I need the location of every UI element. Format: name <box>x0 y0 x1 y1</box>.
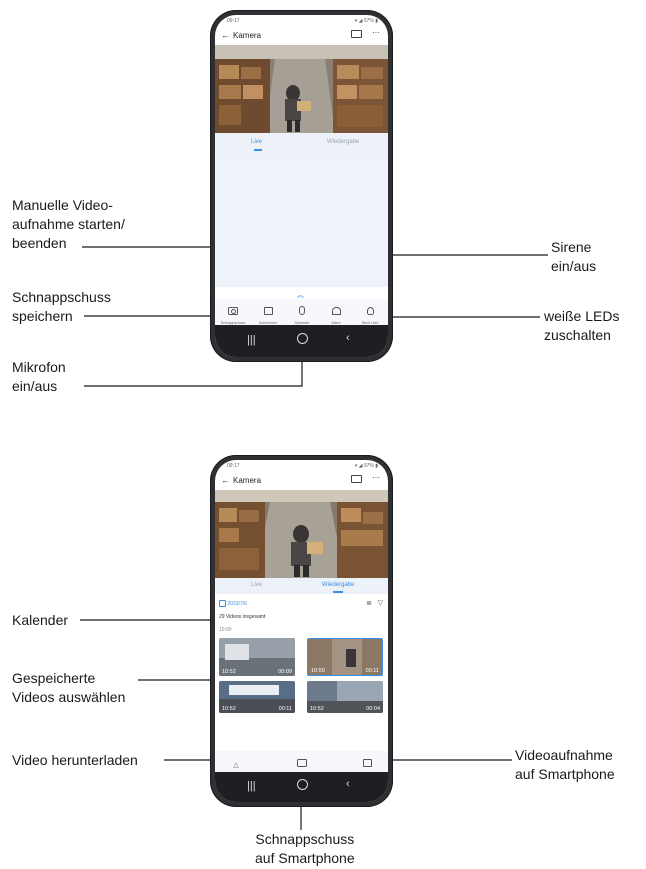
back-icon[interactable]: ‹ <box>346 332 350 344</box>
video-settings-icon[interactable] <box>351 30 362 38</box>
label-schnappschuss-speichern: Schnappschuss speichern <box>12 289 111 324</box>
filter-icon[interactable]: ▽ <box>378 599 383 607</box>
section-time: 10:00 <box>219 627 232 633</box>
live-content-area <box>215 155 388 287</box>
view-tabs: Live Wiedergabe <box>215 133 388 155</box>
download-icon: △ <box>233 762 239 769</box>
record-button[interactable]: Aufnehmen <box>251 302 285 325</box>
video-thumbnail[interactable]: 10:52 00:09 <box>219 638 295 676</box>
status-time: 09:17 <box>227 463 240 469</box>
status-indicators: ▾ ◢ 97% ▮ <box>354 463 378 469</box>
video-thumbnail[interactable]: 10:52 00:11 <box>219 681 295 713</box>
calendar-icon <box>219 600 226 607</box>
view-tabs: Live Wiedergabe <box>215 578 388 594</box>
thumb-duration: 00:11 <box>365 668 379 674</box>
camera-icon <box>297 759 307 767</box>
microphone-icon <box>299 306 305 315</box>
app-title: Kamera <box>233 31 262 40</box>
thumb-start-time: 10:52 <box>222 706 236 712</box>
app-bar: ← Kamera ··· <box>215 27 388 45</box>
phone-screen: 09:17 ▾ ◢ 97% ▮ ← Kamera ··· Live Wieder… <box>215 15 388 357</box>
video-thumbnail[interactable]: 10:50 00:11 <box>307 638 383 676</box>
video-thumbnail[interactable]: 10:52 00:04 <box>307 681 383 713</box>
calendar-date: 2023/7/6 <box>227 600 247 607</box>
system-nav-bar: ||| ‹ <box>215 325 388 357</box>
app-title: Kamera <box>233 476 262 485</box>
recent-apps-icon[interactable]: ||| <box>247 334 256 346</box>
bulb-icon <box>366 307 374 315</box>
phone-playback: 09:17 ▾ ◢ 97% ▮ ← Kamera ··· Live Wieder… <box>210 455 393 807</box>
tab-wiedergabe[interactable]: Wiedergabe <box>322 582 354 588</box>
status-indicators: ▾ ◢ 97% ▮ <box>354 18 378 24</box>
label-gespeicherte-videos: Gespeicherte Videos auswählen <box>12 670 126 705</box>
status-time: 09:17 <box>227 18 240 24</box>
control-bar: Schnappschuss Aufnehmen Sprechen Alarm W… <box>215 299 388 325</box>
video-count: 29 Videos insgesamt <box>219 614 266 620</box>
app-bar: ← Kamera ··· <box>215 472 388 490</box>
label-manual-video: Manuelle Video- aufnahme starten/ beende… <box>12 197 125 251</box>
control-bar: △ Herunterladen Schnappschuss Aufnehmen <box>215 751 388 777</box>
back-arrow-icon[interactable]: ← <box>221 30 230 40</box>
tab-wiedergabe[interactable]: Wiedergabe <box>327 139 359 145</box>
tab-live-indicator <box>254 149 262 151</box>
back-icon[interactable]: ‹ <box>346 778 350 790</box>
label-sirene: Sirene ein/aus <box>551 239 597 274</box>
recent-apps-icon[interactable]: ||| <box>247 780 256 792</box>
thumb-duration: 00:11 <box>278 706 292 712</box>
label-weisse-leds: weiße LEDs zuschalten <box>544 308 620 343</box>
video-icon <box>362 759 372 767</box>
home-icon[interactable] <box>297 333 308 344</box>
siren-icon <box>331 307 341 315</box>
label-mikrofon: Mikrofon ein/aus <box>12 359 66 394</box>
siren-button[interactable]: Alarm <box>319 302 353 325</box>
phone-live: 09:17 ▾ ◢ 97% ▮ ← Kamera ··· Live Wieder… <box>210 10 393 362</box>
video-settings-icon[interactable] <box>351 475 362 483</box>
video-icon <box>263 307 273 315</box>
tab-wiedergabe-indicator <box>333 591 343 593</box>
label-kalender: Kalender <box>12 612 69 628</box>
microphone-button[interactable]: Sprechen <box>285 302 319 325</box>
status-bar: 09:17 ▾ ◢ 97% ▮ <box>215 460 388 472</box>
thumb-duration: 00:09 <box>278 669 292 675</box>
thumb-duration: 00:04 <box>366 706 380 712</box>
label-video-herunterladen: Video herunterladen <box>12 752 138 768</box>
phone-screen: 09:17 ▾ ◢ 97% ▮ ← Kamera ··· Live Wieder… <box>215 460 388 802</box>
tab-live[interactable]: Live <box>251 582 262 588</box>
home-icon[interactable] <box>297 779 308 790</box>
calendar-button[interactable]: 2023/7/6 <box>219 600 247 607</box>
grid-view-icon[interactable]: ≣ <box>366 599 372 607</box>
back-arrow-icon[interactable]: ← <box>221 475 230 485</box>
snapshot-button[interactable]: Schnappschuss <box>216 302 250 325</box>
more-icon[interactable]: ··· <box>372 28 380 37</box>
label-schnappschuss-smartphone: Schnappschuss auf Smartphone <box>255 831 355 866</box>
system-nav-bar: ||| ‹ <box>215 772 388 802</box>
status-bar: 09:17 ▾ ◢ 97% ▮ <box>215 15 388 27</box>
thumb-start-time: 10:52 <box>310 706 324 712</box>
thumb-start-time: 10:50 <box>311 668 325 674</box>
camera-icon <box>228 307 238 315</box>
camera-live-view <box>215 45 388 133</box>
label-videoaufnahme-smartphone: Videoaufnahme auf Smartphone <box>515 747 615 782</box>
white-light-button[interactable]: Weiß Licht <box>353 302 387 325</box>
camera-playback-view <box>215 490 388 578</box>
thumb-start-time: 10:52 <box>222 669 236 675</box>
more-icon[interactable]: ··· <box>372 473 380 482</box>
tab-live[interactable]: Live <box>251 139 262 145</box>
